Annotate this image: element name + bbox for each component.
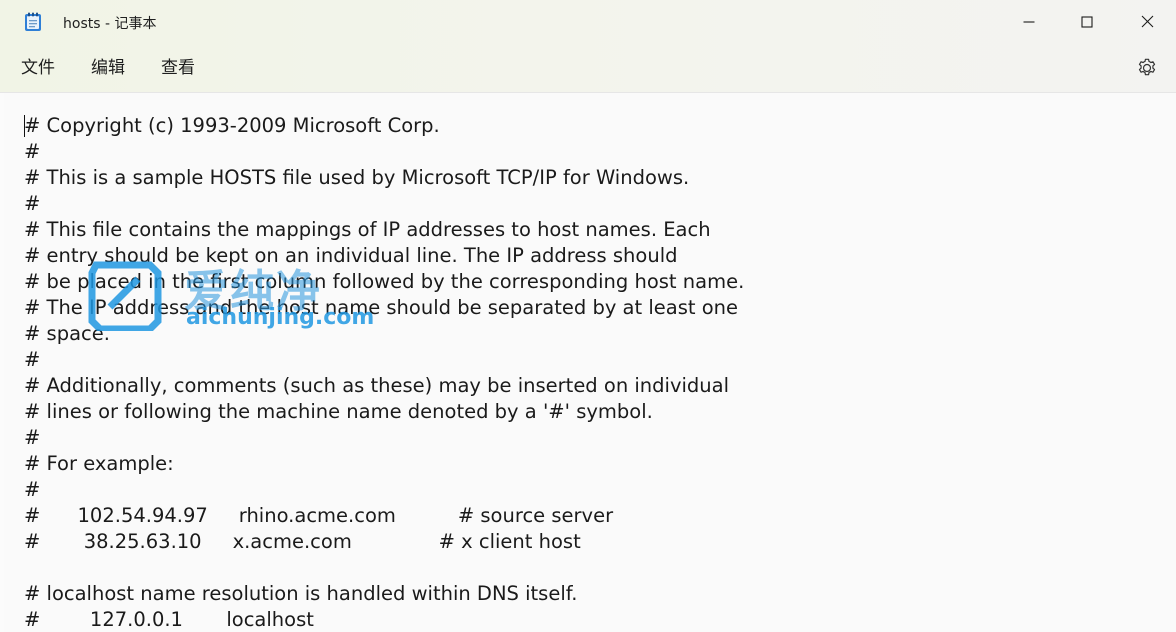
- text-line: #: [24, 348, 41, 371]
- text-line: #: [24, 140, 41, 163]
- close-button[interactable]: [1118, 0, 1176, 44]
- text-line: #: [24, 478, 41, 501]
- text-editor[interactable]: # Copyright (c) 1993-2009 Microsoft Corp…: [4, 93, 1176, 632]
- text-line: # localhost name resolution is handled w…: [24, 582, 578, 605]
- title-bar[interactable]: hosts - 记事本: [0, 0, 1176, 44]
- text-line: # 127.0.0.1 localhost: [24, 608, 314, 631]
- maximize-button[interactable]: [1058, 0, 1116, 44]
- text-line: # lines or following the machine name de…: [24, 400, 653, 423]
- text-line: # be placed in the first column followed…: [24, 270, 745, 293]
- text-line: # For example:: [24, 452, 174, 475]
- notepad-icon: [24, 12, 42, 32]
- notepad-window: hosts - 记事本 文件 编辑 查看 # Copyright (c) 199…: [0, 0, 1176, 632]
- menu-view[interactable]: 查看: [161, 56, 195, 80]
- text-line: # The IP address and the host name shoul…: [24, 296, 739, 319]
- text-line: # 102.54.94.97 rhino.acme.com # source s…: [24, 504, 614, 527]
- maximize-icon: [1081, 13, 1093, 32]
- text-line: # 38.25.63.10 x.acme.com # x client host: [24, 530, 581, 553]
- menu-file[interactable]: 文件: [21, 56, 55, 80]
- menu-bar: 文件 编辑 查看: [0, 48, 1176, 88]
- minimize-button[interactable]: [1000, 0, 1058, 44]
- window-header: hosts - 记事本 文件 编辑 查看: [0, 0, 1176, 93]
- text-line: # entry should be kept on an individual …: [24, 244, 678, 267]
- text-line: # Additionally, comments (such as these)…: [24, 374, 730, 397]
- text-line: #: [24, 426, 41, 449]
- text-line: # This file contains the mappings of IP …: [24, 218, 711, 241]
- gear-icon[interactable]: [1136, 57, 1158, 79]
- text-line: # space.: [24, 322, 110, 345]
- menu-edit[interactable]: 编辑: [91, 56, 125, 80]
- minimize-icon: [1023, 13, 1035, 32]
- text-line: #: [24, 192, 41, 215]
- close-icon: [1141, 13, 1154, 32]
- text-line: # This is a sample HOSTS file used by Mi…: [24, 166, 690, 189]
- window-title: hosts - 记事本: [63, 16, 157, 32]
- text-line: # Copyright (c) 1993-2009 Microsoft Corp…: [24, 114, 440, 137]
